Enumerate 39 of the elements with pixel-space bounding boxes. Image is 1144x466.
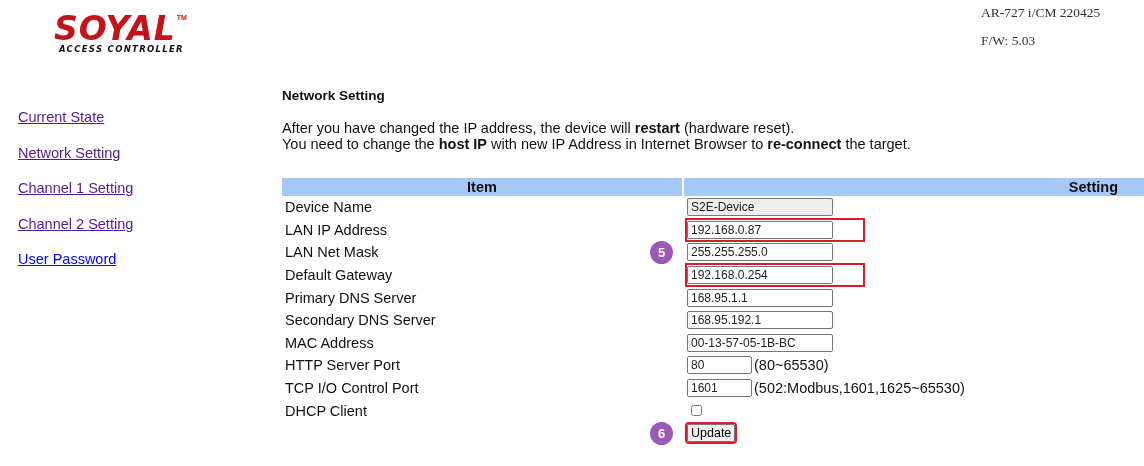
text-field[interactable]: S2E-Device — [687, 198, 833, 217]
sidebar-link[interactable]: Network Setting — [18, 143, 121, 163]
item-label: HTTP Server Port — [285, 357, 400, 374]
text-field[interactable]: 192.168.0.254 — [687, 266, 833, 285]
brand-logo: SOYAL — [54, 14, 176, 44]
item-label: Secondary DNS Server — [285, 312, 436, 329]
item-label: MAC Address — [285, 334, 374, 351]
sidebar-link[interactable]: User Password — [18, 250, 117, 269]
note-text: After you have changed the IP address, the device will restart (hardware reset). — [282, 120, 796, 136]
text-field[interactable]: 255.255.255.0 — [687, 243, 833, 262]
sidebar-link[interactable]: Channel 1 Setting — [18, 179, 134, 198]
sidebar-link[interactable]: Channel 2 Setting — [18, 214, 134, 234]
column-header: Setting — [684, 178, 1144, 196]
text-field[interactable]: 80 — [687, 356, 752, 375]
text-field[interactable]: 168.95.1.1 — [687, 288, 833, 307]
item-label: LAN Net Mask — [285, 244, 379, 261]
text-field[interactable]: 1601 — [687, 379, 752, 398]
item-label: Default Gateway — [285, 267, 393, 284]
item-label: LAN IP Address — [285, 221, 388, 238]
firmware-label: F/W: 5.03 — [981, 33, 1037, 49]
text-field[interactable]: 00-13-57-05-1B-BC — [687, 333, 833, 352]
range-hint: (502:Modbus,1601,1625~65530) — [754, 380, 965, 397]
text-field[interactable]: 168.95.192.1 — [687, 311, 833, 330]
update-button[interactable]: Update — [687, 424, 736, 443]
range-hint: (80~65530) — [754, 357, 829, 374]
item-label: Device Name — [285, 199, 373, 216]
item-label: TCP I/O Control Port — [285, 380, 419, 397]
page-title: Network Setting — [282, 88, 386, 104]
step-badge: 6 — [650, 421, 673, 445]
logo-tagline: ACCESS CONTROLLER — [59, 44, 184, 55]
step-badge: 5 — [650, 241, 673, 264]
note-text: You need to change the host IP with new IP Address in Internet Browser to re-connect the target. — [282, 136, 912, 152]
item-label: DHCP Client — [285, 402, 367, 419]
checkbox[interactable] — [691, 405, 702, 417]
model-label: AR-727 i/CM 220425 — [981, 5, 1102, 21]
sidebar-link[interactable]: Current State — [18, 108, 105, 127]
item-label: Primary DNS Server — [285, 289, 417, 306]
column-header: Item — [282, 178, 682, 196]
text-field[interactable]: 192.168.0.87 — [687, 220, 833, 239]
